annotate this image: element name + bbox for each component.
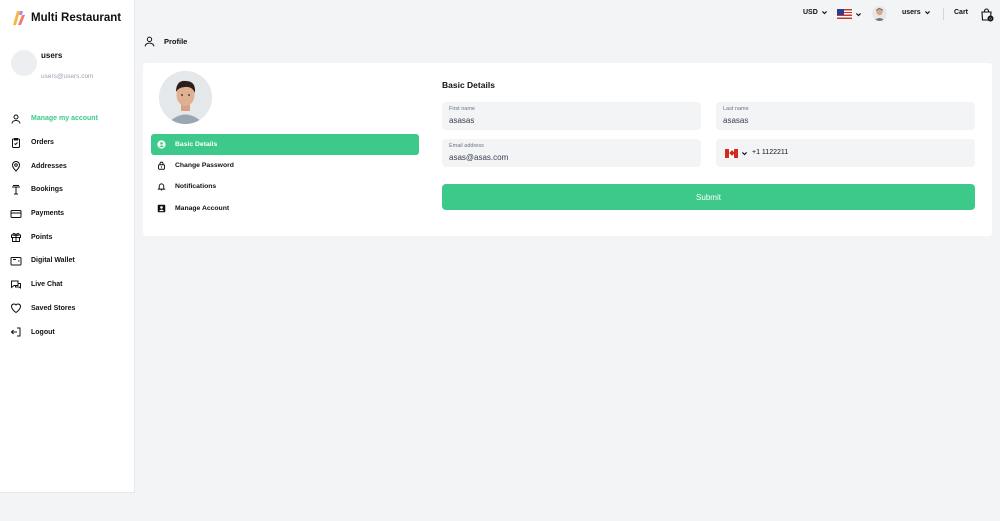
gift-icon (9, 230, 23, 244)
profile-menu-label: Notifications (175, 183, 217, 191)
sidebar-item-label: Bookings (31, 186, 63, 194)
email-field[interactable]: Email address asas@asas.com (442, 139, 701, 167)
user-email: users@users.com (41, 73, 94, 80)
avatar (11, 50, 37, 76)
wallet-icon (9, 254, 23, 268)
cart-link[interactable]: Cart (954, 9, 968, 16)
divider (943, 8, 944, 20)
avatar[interactable] (872, 6, 887, 21)
cart-label: Cart (954, 9, 969, 16)
last-name-label: Last name (723, 106, 749, 112)
sidebar-item-orders[interactable]: Orders (9, 131, 131, 155)
first-name-value: asasas (449, 116, 475, 125)
profile-menu-change-password[interactable]: Change Password (151, 155, 419, 176)
logo-icon (11, 9, 27, 27)
sidebar-item-addresses[interactable]: Addresses (9, 154, 131, 178)
sidebar-item-manage-my-account[interactable]: Manage my account (9, 107, 131, 131)
currency-label: USD (803, 9, 818, 16)
bell-icon (157, 182, 166, 191)
app-title: Multi Restaurant (31, 12, 122, 24)
sidebar-item-label: Saved Stores (31, 304, 76, 312)
table-icon (9, 183, 23, 197)
profile-menu: Basic Details Change Password Notificati… (151, 134, 419, 219)
sidebar-item-label: Addresses (31, 162, 67, 170)
first-name-label: First name (449, 106, 475, 112)
sidebar-item-label: Live Chat (31, 281, 63, 289)
sidebar-item-label: Manage my account (31, 115, 98, 123)
app-logo[interactable]: Multi Restaurant (11, 9, 121, 27)
clipboard-check-icon (9, 136, 23, 150)
sidebar-item-saved-stores[interactable]: Saved Stores (9, 297, 131, 321)
profile-menu-label: Basic Details (175, 141, 218, 148)
chevron-down-icon[interactable] (741, 150, 748, 157)
language-selector[interactable] (837, 9, 862, 19)
last-name-value: asasas (723, 116, 749, 125)
logout-icon (9, 325, 23, 339)
sidebar-item-label: Points (31, 233, 53, 241)
chevron-down-icon (821, 11, 827, 15)
top-bar: USD users Cart 0 (135, 0, 1000, 28)
sidebar-item-label: Payments (31, 210, 65, 218)
chevron-down-icon (856, 12, 861, 16)
sidebar-item-payments[interactable]: Payments (9, 202, 131, 226)
user-menu[interactable]: users (902, 9, 931, 16)
user-card: users users@users.com (11, 50, 131, 82)
profile-menu-label: Change Password (175, 162, 234, 170)
form-title: Basic Details (442, 80, 495, 90)
page-title: Profile (164, 37, 188, 46)
map-pin-icon (9, 159, 23, 173)
phone-value: +1 1122211 (752, 149, 789, 156)
sidebar-item-label: Logout (31, 328, 55, 336)
profile-card: Basic Details Change Password Notificati… (143, 63, 992, 236)
last-name-field[interactable]: Last name asasas (716, 102, 975, 130)
profile-photo[interactable] (159, 71, 212, 124)
user-icon (9, 112, 23, 126)
sidebar-nav: Manage my account Orders Addresses Booki… (9, 107, 131, 344)
sidebar-item-logout[interactable]: Logout (9, 320, 131, 344)
submit-button[interactable]: Submit (442, 184, 975, 210)
email-label: Email address (449, 143, 484, 149)
profile-menu-notifications[interactable]: Notifications (151, 176, 419, 197)
lock-icon (157, 161, 166, 170)
breadcrumb: Profile (143, 35, 187, 48)
sidebar-item-live-chat[interactable]: Live Chat (9, 273, 131, 297)
heart-icon (9, 301, 23, 315)
sidebar-item-bookings[interactable]: Bookings (9, 178, 131, 202)
credit-card-icon (9, 207, 23, 221)
profile-menu-label: Manage Account (175, 204, 230, 212)
user-menu-label: users (902, 9, 921, 16)
account-box-icon (157, 204, 166, 213)
sidebar-item-digital-wallet[interactable]: Digital Wallet (9, 249, 131, 273)
chevron-down-icon (924, 11, 930, 15)
user-icon (144, 36, 155, 47)
email-value: asas@asas.com (449, 153, 509, 162)
shopping-bag-icon[interactable]: 0 (980, 8, 994, 22)
profile-menu-basic-details[interactable]: Basic Details (151, 134, 419, 155)
user-circle-icon (157, 140, 166, 149)
chat-icon (9, 278, 23, 292)
profile-menu-manage-account[interactable]: Manage Account (151, 198, 419, 219)
first-name-field[interactable]: First name asasas (442, 102, 701, 130)
sidebar-item-label: Digital Wallet (31, 257, 75, 265)
currency-selector[interactable]: USD (803, 9, 828, 16)
sidebar-item-points[interactable]: Points (9, 225, 131, 249)
phone-field[interactable]: +1 1122211 (716, 139, 975, 167)
sidebar-item-label: Orders (31, 139, 54, 147)
user-name: users (41, 51, 63, 60)
us-flag-icon (837, 9, 852, 19)
sidebar: Multi Restaurant users users@users.com M… (0, 0, 135, 493)
canada-flag-icon[interactable] (725, 149, 738, 158)
